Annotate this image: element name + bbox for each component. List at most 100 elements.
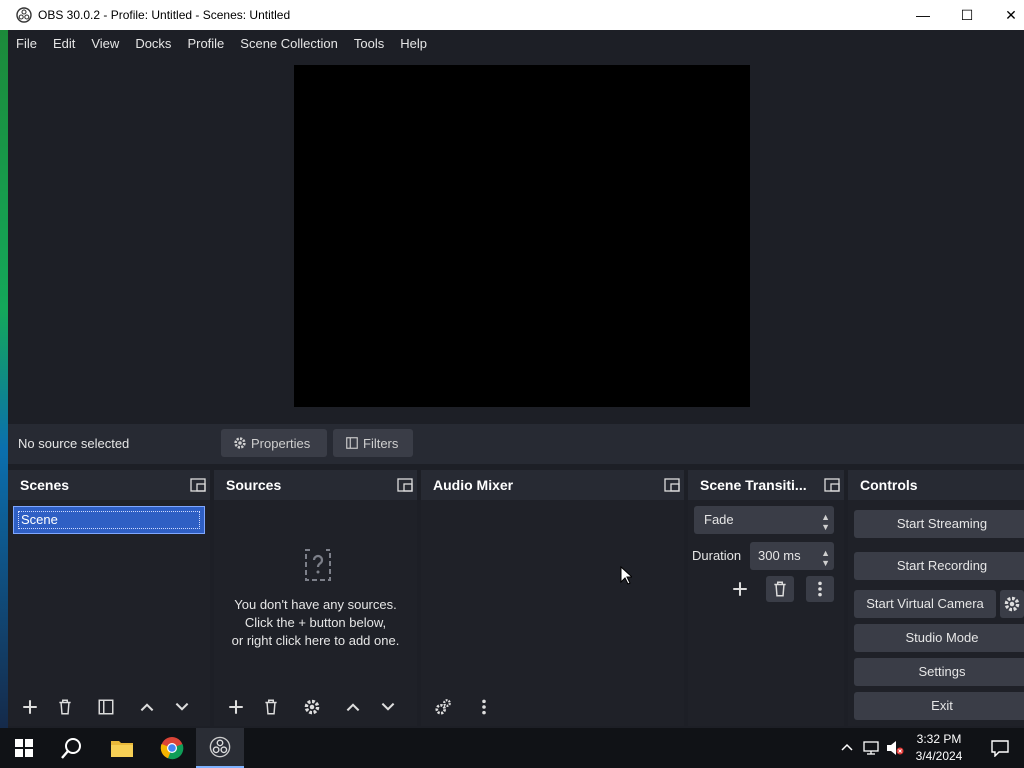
scenes-dock: Scenes Scene <box>8 470 210 726</box>
volume-muted-icon <box>887 741 904 755</box>
controls-dock-header: Controls <box>848 470 1024 500</box>
preview-canvas[interactable] <box>294 65 750 407</box>
remove-transition-button[interactable] <box>766 576 794 602</box>
add-transition-button[interactable] <box>726 576 754 602</box>
show-hidden-icons-button[interactable] <box>836 728 858 768</box>
trash-icon <box>774 581 786 597</box>
menu-edit[interactable]: Edit <box>45 30 83 58</box>
menu-tools[interactable]: Tools <box>346 30 392 58</box>
advanced-audio-button[interactable] <box>429 694 457 720</box>
chrome-button[interactable] <box>148 728 196 768</box>
studio-mode-button[interactable]: Studio Mode <box>854 624 1024 652</box>
empty-line-2: Click the + button below, <box>244 615 387 630</box>
obs-taskbar-button[interactable] <box>196 728 244 768</box>
float-dock-icon[interactable] <box>397 478 413 492</box>
start-recording-button[interactable]: Start Recording <box>854 552 1024 580</box>
file-explorer-button[interactable] <box>98 728 146 768</box>
plus-icon <box>23 700 37 714</box>
scene-list-item[interactable]: Scene <box>13 506 205 534</box>
chevron-down-icon <box>175 702 189 711</box>
minimize-button[interactable]: — <box>900 0 946 30</box>
gear-icon <box>304 699 320 715</box>
empty-line-1: You don't have any sources. <box>234 597 397 612</box>
menu-view[interactable]: View <box>83 30 127 58</box>
float-dock-icon[interactable] <box>824 478 840 492</box>
scene-filters-button[interactable] <box>92 694 120 720</box>
obs-logo-icon <box>209 736 231 758</box>
menu-profile[interactable]: Profile <box>179 30 232 58</box>
close-button[interactable]: ✕ <box>988 0 1024 30</box>
notification-icon <box>991 740 1009 757</box>
chrome-icon <box>160 737 184 760</box>
transition-properties-button[interactable] <box>806 576 834 602</box>
audio-mixer-toolbar <box>421 690 684 726</box>
source-properties-button[interactable] <box>298 694 326 720</box>
exit-button[interactable]: Exit <box>854 692 1024 720</box>
menu-docks[interactable]: Docks <box>127 30 179 58</box>
chevron-up-icon <box>841 743 853 751</box>
filter-icon <box>98 699 114 715</box>
trash-icon <box>265 699 277 715</box>
settings-button[interactable]: Settings <box>854 658 1024 686</box>
trash-icon <box>59 699 71 715</box>
menu-bar: File Edit View Docks Profile Scene Colle… <box>8 30 1024 58</box>
add-scene-button[interactable] <box>16 694 44 720</box>
spin-down-icon: ▼ <box>821 522 830 532</box>
add-source-button[interactable] <box>222 694 250 720</box>
scenes-list[interactable]: Scene <box>8 500 210 726</box>
menu-scene-collection[interactable]: Scene Collection <box>232 30 346 58</box>
empty-line-3: or right click here to add one. <box>231 633 400 648</box>
scenes-dock-header: Scenes <box>8 470 210 500</box>
start-button[interactable] <box>0 728 48 768</box>
virtual-camera-settings-button[interactable] <box>1000 590 1024 618</box>
transition-select[interactable]: Fade ▲ ▼ <box>694 506 834 534</box>
maximize-button[interactable]: ☐ <box>944 0 990 30</box>
controls-body: Start Streaming Start Recording Start Vi… <box>848 500 1024 726</box>
remove-source-button[interactable] <box>257 694 285 720</box>
float-dock-icon[interactable] <box>190 478 206 492</box>
sources-list[interactable]: You don't have any sources. Click the + … <box>214 500 417 726</box>
volume-tray-button[interactable] <box>884 728 906 768</box>
window-title: OBS 30.0.2 - Profile: Untitled - Scenes:… <box>38 8 291 22</box>
scenes-toolbar <box>8 690 210 726</box>
notifications-button[interactable] <box>976 728 1024 768</box>
close-icon: ✕ <box>1005 6 1017 23</box>
start-virtual-camera-button[interactable]: Start Virtual Camera <box>854 590 996 618</box>
sources-dock-header: Sources <box>214 470 417 500</box>
maximize-icon: ☐ <box>960 6 974 23</box>
float-dock-icon[interactable] <box>664 478 680 492</box>
properties-button[interactable]: Properties <box>221 429 327 457</box>
windows-taskbar: 3:32 PM 3/4/2024 <box>0 728 1024 768</box>
audio-mixer-menu-button[interactable] <box>470 694 498 720</box>
move-scene-up-button[interactable] <box>133 694 161 720</box>
spin-down-icon[interactable]: ▼ <box>821 549 830 577</box>
menu-help[interactable]: Help <box>392 30 435 58</box>
move-source-up-button[interactable] <box>339 694 367 720</box>
network-icon <box>863 741 879 755</box>
menu-file[interactable]: File <box>8 30 45 58</box>
move-source-down-button[interactable] <box>374 694 402 720</box>
duration-label: Duration <box>692 548 742 563</box>
transitions-title: Scene Transiti... <box>700 477 807 493</box>
no-source-label: No source selected <box>18 436 130 451</box>
title-bar: OBS 30.0.2 - Profile: Untitled - Scenes:… <box>0 0 1024 30</box>
duration-input[interactable]: 300 ms ▲ ▼ <box>750 542 834 570</box>
audio-mixer-title: Audio Mixer <box>433 477 514 493</box>
duration-value: 300 ms <box>758 548 801 563</box>
remove-scene-button[interactable] <box>51 694 79 720</box>
source-context-bar: No source selected Properties Filters <box>8 424 1024 464</box>
mouse-cursor-icon <box>620 566 632 585</box>
more-vertical-icon <box>818 581 822 597</box>
audio-mixer-dock: Audio Mixer <box>421 470 684 726</box>
network-tray-button[interactable] <box>860 728 882 768</box>
filters-button[interactable]: Filters <box>333 429 413 457</box>
sources-toolbar <box>214 690 417 726</box>
move-scene-down-button[interactable] <box>168 694 196 720</box>
search-button[interactable] <box>48 728 96 768</box>
scene-transitions-dock: Scene Transiti... Fade ▲ ▼ Duration 300 … <box>688 470 844 726</box>
transitions-dock-header: Scene Transiti... <box>688 470 844 500</box>
chevron-up-icon <box>140 703 154 712</box>
chevron-up-icon <box>346 703 360 712</box>
filters-label: Filters <box>363 435 399 451</box>
start-streaming-button[interactable]: Start Streaming <box>854 510 1024 538</box>
